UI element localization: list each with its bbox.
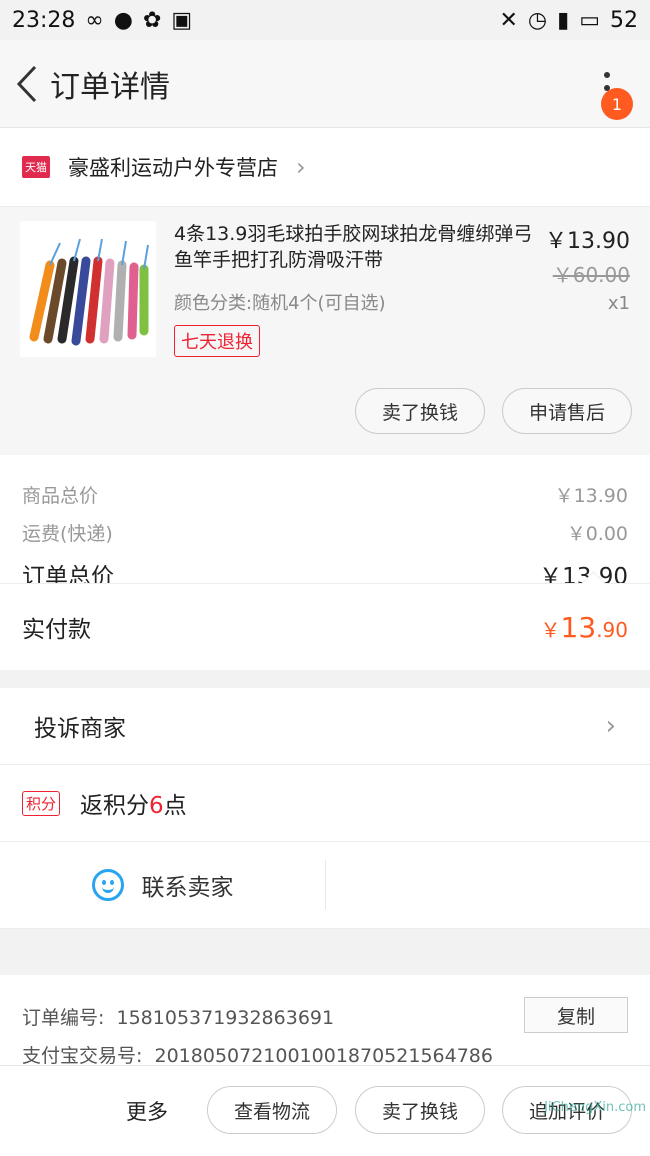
battery-icon: ▭ (579, 7, 600, 33)
infinity-icon: ∞ (85, 7, 104, 33)
gallery-icon: ▣ (171, 7, 193, 33)
product-title[interactable]: 4条13.9羽毛球拍手胶网球拍龙骨缠绑弹弓鱼竿手把打孔防滑吸汗带 (174, 221, 534, 273)
payment-currency: ￥ (540, 617, 561, 642)
contact-row: 联系卖家 (0, 842, 650, 929)
product-variant: 颜色分类:随机4个(可自选) (174, 293, 386, 314)
price-summary: 商品总价 ￥13.90 运费(快递) ￥0.00 订单总价 ￥13.90 (0, 455, 650, 590)
product-card[interactable]: 4条13.9羽毛球拍手胶网球拍龙骨缠绑弹弓鱼竿手把打孔防滑吸汗带 颜色分类:随机… (0, 207, 650, 455)
actual-payment-label: 实付款 (22, 617, 91, 643)
header: 订单详情 1 (0, 40, 650, 128)
paw-icon: ✿ (142, 7, 162, 33)
complain-merchant-row[interactable]: 投诉商家 › (0, 688, 650, 765)
shipping-label: 运费(快递) (22, 523, 113, 545)
product-original-price: ￥60.00 (552, 263, 630, 287)
complain-merchant-label: 投诉商家 (34, 716, 126, 742)
battery-level: 52 (610, 7, 638, 33)
order-number-label: 订单编号: (22, 1007, 105, 1029)
chat-face-icon (91, 869, 124, 901)
shipping-row: 运费(快递) ￥0.00 (22, 519, 628, 546)
mute-icon: ✕ (499, 7, 518, 33)
points-tag: 积分 (22, 790, 61, 816)
points-row: 积分 返积分6点 (0, 765, 650, 842)
chevron-right-icon: › (605, 711, 616, 741)
points-value: 6 (149, 793, 164, 819)
contact-seller-label: 联系卖家 (141, 875, 234, 901)
chat-bubble-icon: ● (113, 7, 133, 33)
more-button[interactable]: 更多 (126, 1096, 168, 1126)
actual-payment-row: 实付款 ￥13.90 (0, 571, 650, 670)
view-logistics-button[interactable]: 查看物流 (207, 1086, 337, 1134)
status-right: ✕ ◷ ▮ ▭ 52 (499, 8, 638, 33)
goods-total-value: ￥13.90 (554, 485, 628, 507)
points-text: 返积分6点 (80, 786, 187, 820)
status-time: 23:28 (12, 7, 76, 33)
back-icon[interactable] (8, 61, 46, 107)
order-number-line: 订单编号: 158105371932863691 (22, 1003, 334, 1030)
actual-payment-amount: ￥13.90 (541, 611, 628, 644)
copy-button[interactable]: 复制 (524, 997, 628, 1033)
watermark: JiChengXin.com (544, 1100, 646, 1115)
product-image[interactable] (20, 221, 156, 357)
shipping-value: ￥0.00 (566, 523, 628, 545)
signal-icon: ▮ (557, 7, 570, 33)
notification-badge: 1 (601, 88, 633, 120)
alipay-number: 2018050721001001870521564786 (154, 1045, 493, 1067)
payment-decimal: .90 (596, 617, 628, 642)
contact-seller-button[interactable]: 联系卖家 (0, 860, 326, 910)
alipay-number-label: 支付宝交易号: (22, 1045, 143, 1067)
apply-after-sales-button[interactable]: 申请售后 (502, 388, 632, 434)
product-quantity: x1 (607, 293, 630, 314)
sell-for-cash-button[interactable]: 卖了换钱 (355, 388, 485, 434)
dot (604, 72, 610, 78)
store-row[interactable]: 天猫 豪盛利运动户外专营店 › (0, 128, 650, 207)
alarm-icon: ◷ (527, 7, 548, 33)
points-suffix: 点 (163, 793, 187, 819)
goods-total-label: 商品总价 (22, 485, 99, 507)
goods-total-row: 商品总价 ￥13.90 (22, 481, 628, 508)
tmall-logo: 天猫 (22, 156, 50, 178)
chevron-right-icon: › (296, 153, 306, 181)
payment-integer: 13 (560, 610, 597, 644)
store-name: 豪盛利运动户外专营店 (68, 156, 278, 180)
order-number: 158105371932863691 (116, 1007, 335, 1029)
section-gap (0, 670, 650, 688)
order-info: 订单编号: 158105371932863691 支付宝交易号: 2018050… (0, 975, 650, 1075)
return-policy-tag: 七天退换 (174, 325, 260, 357)
page-title: 订单详情 (50, 69, 170, 105)
points-prefix: 返积分 (80, 793, 150, 819)
status-left: 23:28 ∞ ● ✿ ▣ (12, 8, 192, 33)
sell-for-cash-bottom-button[interactable]: 卖了换钱 (355, 1086, 485, 1134)
status-bar: 23:28 ∞ ● ✿ ▣ ✕ ◷ ▮ ▭ 52 (0, 0, 650, 40)
product-price: ￥13.90 (545, 229, 630, 254)
alipay-number-line: 支付宝交易号: 2018050721001001870521564786 (22, 1041, 493, 1068)
